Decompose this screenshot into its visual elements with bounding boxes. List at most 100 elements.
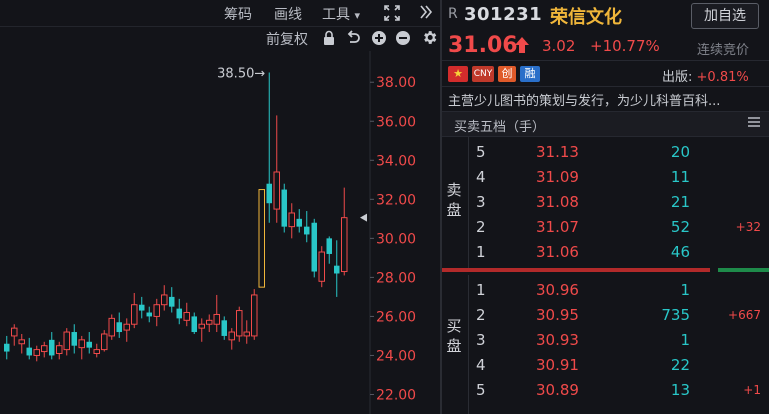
buy-volume: 13 xyxy=(670,381,690,399)
double-chevron-right-icon[interactable] xyxy=(418,2,434,26)
price-change: 3.02 xyxy=(542,37,576,55)
buy-side-label: 买盘 xyxy=(442,316,466,356)
sell-price: 31.07 xyxy=(536,218,579,236)
buy-order-row[interactable]: 2 30.95 735 +667 xyxy=(468,303,769,327)
price-change-percent: +10.77% xyxy=(590,37,660,55)
chart-toolbar: 筹码 画线 工具 ▾ xyxy=(0,0,440,27)
sell-order-row[interactable]: 2 31.07 52 +32 xyxy=(468,215,769,239)
candle-body xyxy=(183,312,190,321)
sell-price: 31.09 xyxy=(536,168,579,186)
sell-level: 1 xyxy=(476,243,486,261)
buy-volume: 1 xyxy=(680,281,690,299)
sell-price: 31.06 xyxy=(536,243,579,261)
sell-volume: 46 xyxy=(670,243,690,261)
stock-header: R 301231 荣信文化 加自选 xyxy=(442,0,769,32)
candle-body xyxy=(101,333,108,351)
arrow-up-icon xyxy=(515,37,529,57)
y-tick-label: 26.00 xyxy=(376,309,416,325)
sell-volume-change: +32 xyxy=(735,220,761,234)
sell-order-row[interactable]: 5 31.13 20 xyxy=(468,140,769,164)
candle-body xyxy=(288,212,295,228)
buy-volume: 22 xyxy=(670,356,690,374)
candle-body xyxy=(4,343,10,352)
sell-order-row[interactable]: 1 31.06 46 xyxy=(468,240,769,264)
undo-icon[interactable] xyxy=(345,30,361,50)
candle-body xyxy=(131,304,138,325)
price-adjust-button[interactable]: 前复权 xyxy=(266,29,308,49)
sell-volume: 52 xyxy=(670,218,690,236)
orderbook-header: 买卖五档（手） xyxy=(442,112,769,137)
candle-body xyxy=(108,317,115,337)
candle-body xyxy=(213,313,220,325)
last-price: 31.06 xyxy=(448,33,518,58)
y-tick-label: 36.00 xyxy=(376,114,416,130)
candle-body xyxy=(33,349,40,356)
tag-row: ★ CNY 创 融 出版: +0.81% xyxy=(442,60,769,87)
menu-icon[interactable] xyxy=(747,115,761,133)
orderbook-title: 买卖五档（手） xyxy=(454,120,546,135)
zoom-in-icon[interactable] xyxy=(371,30,387,50)
candle-body xyxy=(304,226,310,235)
y-tick-label: 32.00 xyxy=(376,192,416,208)
sell-level: 2 xyxy=(476,218,486,236)
candle-body xyxy=(169,296,175,307)
sell-volume: 11 xyxy=(670,168,690,186)
chinext-badge: 创 xyxy=(498,66,516,82)
buy-level: 5 xyxy=(476,381,486,399)
add-watchlist-button[interactable]: 加自选 xyxy=(691,3,759,29)
tools-dropdown[interactable]: 工具 ▾ xyxy=(322,4,360,24)
buy-level: 1 xyxy=(476,281,486,299)
stock-code: 301231 xyxy=(464,4,543,25)
candle-body xyxy=(146,312,152,317)
sell-volume: 21 xyxy=(670,193,690,211)
current-price-pointer xyxy=(360,213,367,222)
chips-button[interactable]: 筹码 xyxy=(224,4,252,24)
y-tick-label: 38.00 xyxy=(376,75,416,91)
sell-order-row[interactable]: 4 31.09 11 xyxy=(468,165,769,189)
buy-order-row[interactable]: 4 30.91 22 xyxy=(468,353,769,377)
margin-badge: 融 xyxy=(520,66,540,82)
buy-price: 30.96 xyxy=(536,281,579,299)
bid-ask-ratio-bar xyxy=(442,268,769,273)
candle-body xyxy=(116,322,122,333)
price-row: 31.06 3.02 +10.77% 连续竞价 xyxy=(442,32,769,60)
buy-volume: 735 xyxy=(661,306,690,324)
sell-order-row[interactable]: 3 31.08 21 xyxy=(468,190,769,214)
buy-order-row[interactable]: 5 30.89 13 +1 xyxy=(468,378,769,402)
candle-body xyxy=(341,217,348,273)
china-flag-icon: ★ xyxy=(448,66,468,82)
sector-change-value: +0.81% xyxy=(696,70,749,85)
candle-body xyxy=(153,304,160,317)
candle-body xyxy=(139,304,145,311)
buy-level: 4 xyxy=(476,356,486,374)
sector-change[interactable]: 出版: +0.81% xyxy=(662,66,749,85)
candle-body xyxy=(334,265,340,274)
candle-body xyxy=(93,349,100,354)
zoom-out-icon[interactable] xyxy=(395,30,411,50)
y-tick-label: 30.00 xyxy=(376,231,416,247)
gear-icon[interactable] xyxy=(421,29,438,50)
chevron-down-icon: ▾ xyxy=(354,9,360,22)
company-description[interactable]: 主营少儿图书的策划与发行，为少儿科普百科... xyxy=(442,86,769,112)
sell-side-text: 卖盘 xyxy=(446,181,462,219)
candle-body xyxy=(161,294,168,306)
candle-body xyxy=(243,331,250,337)
quote-panel: R 301231 荣信文化 加自选 31.06 3.02 +10.77% 连续竞… xyxy=(442,0,769,414)
company-description-text: 主营少儿图书的策划与发行，为少儿科普百科... xyxy=(448,94,721,109)
candlestick-chart[interactable]: 38.00 36.00 34.00 32.00 30.00 28.00 26.00 24.00… xyxy=(0,51,440,414)
candle-body xyxy=(281,189,287,227)
buy-order-row[interactable]: 1 30.96 1 xyxy=(468,278,769,302)
sell-side-label: 卖盘 xyxy=(442,180,466,220)
candle-body xyxy=(56,345,63,354)
draw-line-button[interactable]: 画线 xyxy=(274,4,302,24)
candle-body xyxy=(258,189,265,288)
candle-body xyxy=(251,294,258,337)
sell-price: 31.13 xyxy=(536,143,579,161)
candle-body xyxy=(63,331,70,351)
stock-name: 荣信文化 xyxy=(550,7,622,28)
expand-icon[interactable] xyxy=(383,4,401,26)
buy-order-row[interactable]: 3 30.93 1 xyxy=(468,328,769,352)
lock-icon[interactable] xyxy=(322,30,336,50)
sell-volume: 20 xyxy=(670,143,690,161)
buy-price: 30.95 xyxy=(536,306,579,324)
